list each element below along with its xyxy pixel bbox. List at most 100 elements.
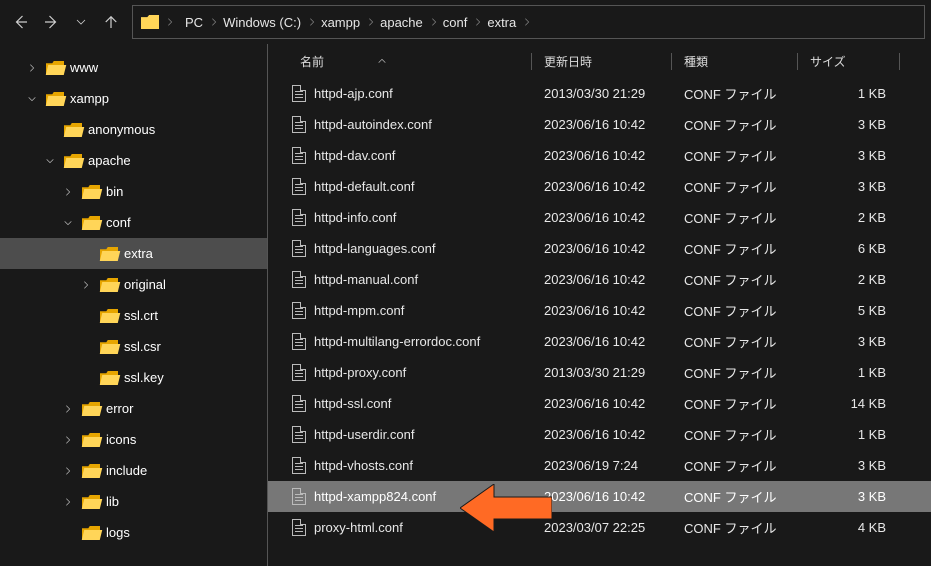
file-size: 5 KB <box>798 303 900 318</box>
tree-item[interactable]: icons <box>0 424 267 455</box>
file-name: httpd-ajp.conf <box>314 86 393 101</box>
file-size: 3 KB <box>798 334 900 349</box>
file-row[interactable]: httpd-ajp.conf2013/03/30 21:29CONF ファイル1… <box>268 78 931 109</box>
address-bar[interactable]: PCWindows (C:)xamppapacheconfextra <box>132 5 925 39</box>
chevron-right-icon[interactable] <box>78 280 94 290</box>
tree-item[interactable]: www <box>0 52 267 83</box>
column-header-size-label: サイズ <box>810 55 846 69</box>
column-header-size[interactable]: サイズ <box>798 53 900 70</box>
chevron-right-icon[interactable] <box>60 435 76 445</box>
chevron-right-icon[interactable] <box>60 497 76 507</box>
tree-item[interactable]: lib <box>0 486 267 517</box>
column-header-type-label: 種類 <box>684 55 708 69</box>
file-date: 2023/06/16 10:42 <box>532 396 672 411</box>
chevron-right-icon <box>522 17 532 27</box>
chevron-right-icon[interactable] <box>60 466 76 476</box>
file-row[interactable]: httpd-multilang-errordoc.conf2023/06/16 … <box>268 326 931 357</box>
folder-icon <box>82 402 100 416</box>
file-size: 3 KB <box>798 179 900 194</box>
file-row[interactable]: httpd-mpm.conf2023/06/16 10:42CONF ファイル5… <box>268 295 931 326</box>
tree-item[interactable]: original <box>0 269 267 300</box>
file-icon <box>292 519 306 536</box>
file-date: 2023/06/16 10:42 <box>532 272 672 287</box>
recent-locations-button[interactable] <box>66 6 96 38</box>
file-row[interactable]: httpd-manual.conf2023/06/16 10:42CONF ファ… <box>268 264 931 295</box>
file-date: 2023/06/16 10:42 <box>532 241 672 256</box>
breadcrumb-item[interactable]: extra <box>485 13 534 32</box>
file-row[interactable]: httpd-ssl.conf2023/06/16 10:42CONF ファイル1… <box>268 388 931 419</box>
file-icon <box>292 116 306 133</box>
column-header-name[interactable]: 名前 <box>268 53 532 70</box>
chevron-down-icon[interactable] <box>42 156 58 166</box>
folder-icon <box>64 123 82 137</box>
file-type: CONF ファイル <box>672 239 798 258</box>
file-size: 1 KB <box>798 365 900 380</box>
file-name: httpd-default.conf <box>314 179 414 194</box>
back-button[interactable] <box>6 6 36 38</box>
folder-icon <box>82 185 100 199</box>
tree-item-label: conf <box>106 215 131 230</box>
column-header-date[interactable]: 更新日時 <box>532 53 672 70</box>
file-date: 2023/06/16 10:42 <box>532 117 672 132</box>
tree-item[interactable]: ssl.crt <box>0 300 267 331</box>
chevron-down-icon[interactable] <box>60 218 76 228</box>
tree-item[interactable]: include <box>0 455 267 486</box>
tree-item[interactable]: xampp <box>0 83 267 114</box>
file-row[interactable]: httpd-default.conf2023/06/16 10:42CONF フ… <box>268 171 931 202</box>
column-header-type[interactable]: 種類 <box>672 53 798 70</box>
tree-item-label: extra <box>124 246 153 261</box>
tree-item-label: ssl.csr <box>124 339 161 354</box>
tree-item[interactable]: logs <box>0 517 267 548</box>
file-date: 2023/06/16 10:42 <box>532 210 672 225</box>
forward-button[interactable] <box>36 6 66 38</box>
file-icon <box>292 271 306 288</box>
chevron-right-icon <box>429 17 439 27</box>
file-date: 2023/06/16 10:42 <box>532 179 672 194</box>
chevron-right-icon[interactable] <box>60 187 76 197</box>
breadcrumb-item[interactable]: conf <box>441 13 486 32</box>
file-type: CONF ファイル <box>672 332 798 351</box>
file-icon <box>292 488 306 505</box>
file-row[interactable]: httpd-languages.conf2023/06/16 10:42CONF… <box>268 233 931 264</box>
file-date: 2013/03/30 21:29 <box>532 86 672 101</box>
file-size: 6 KB <box>798 241 900 256</box>
file-row[interactable]: proxy-html.conf2023/03/07 22:25CONF ファイル… <box>268 512 931 543</box>
breadcrumb-item[interactable]: xampp <box>319 13 378 32</box>
file-row[interactable]: httpd-dav.conf2023/06/16 10:42CONF ファイル3… <box>268 140 931 171</box>
tree-item[interactable]: anonymous <box>0 114 267 145</box>
tree-item[interactable]: ssl.csr <box>0 331 267 362</box>
file-row[interactable]: httpd-vhosts.conf2023/06/19 7:24CONF ファイ… <box>268 450 931 481</box>
file-size: 3 KB <box>798 489 900 504</box>
tree-item[interactable]: extra <box>0 238 267 269</box>
file-row[interactable]: httpd-autoindex.conf2023/06/16 10:42CONF… <box>268 109 931 140</box>
breadcrumb-item[interactable]: Windows (C:) <box>221 13 319 32</box>
folder-icon <box>82 433 100 447</box>
column-header-date-label: 更新日時 <box>544 55 592 69</box>
file-row[interactable]: httpd-proxy.conf2013/03/30 21:29CONF ファイ… <box>268 357 931 388</box>
file-icon <box>292 209 306 226</box>
file-row[interactable]: httpd-info.conf2023/06/16 10:42CONF ファイル… <box>268 202 931 233</box>
breadcrumb-root-icon[interactable] <box>139 13 177 31</box>
chevron-right-icon <box>473 17 483 27</box>
up-button[interactable] <box>96 6 126 38</box>
tree-item-label: icons <box>106 432 136 447</box>
file-type: CONF ファイル <box>672 146 798 165</box>
file-row[interactable]: httpd-userdir.conf2023/06/16 10:42CONF フ… <box>268 419 931 450</box>
file-row[interactable]: httpd-xampp824.conf2023/06/16 10:42CONF … <box>268 481 931 512</box>
file-size: 14 KB <box>798 396 900 411</box>
chevron-right-icon[interactable] <box>24 63 40 73</box>
tree-item[interactable]: apache <box>0 145 267 176</box>
tree-item[interactable]: error <box>0 393 267 424</box>
file-name: httpd-manual.conf <box>314 272 418 287</box>
file-size: 3 KB <box>798 458 900 473</box>
tree-item[interactable]: ssl.key <box>0 362 267 393</box>
tree-item[interactable]: bin <box>0 176 267 207</box>
breadcrumb-item[interactable]: apache <box>378 13 441 32</box>
folder-tree[interactable]: wwwxamppanonymousapachebin conf extra origi… <box>0 44 268 566</box>
chevron-right-icon[interactable] <box>60 404 76 414</box>
tree-item-label: ssl.key <box>124 370 164 385</box>
breadcrumb-item[interactable]: PC <box>183 13 221 32</box>
breadcrumb-label: extra <box>487 15 516 30</box>
tree-item[interactable]: conf <box>0 207 267 238</box>
chevron-down-icon[interactable] <box>24 94 40 104</box>
